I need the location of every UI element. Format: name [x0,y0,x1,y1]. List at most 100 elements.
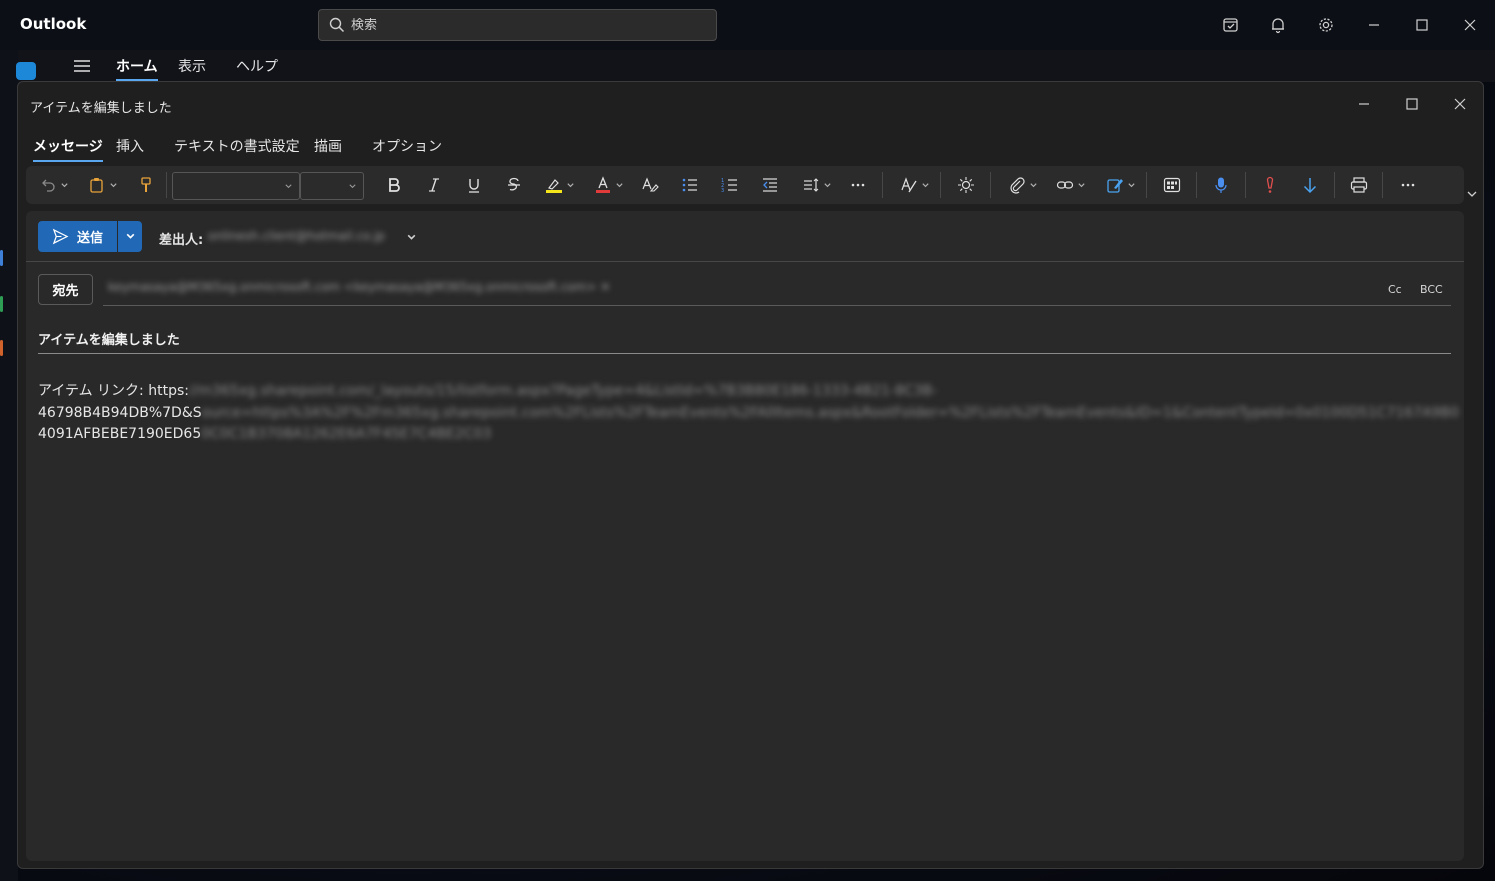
italic-button[interactable] [422,173,446,197]
app-rail [0,50,18,881]
chevron-down-icon [1030,182,1037,187]
format-painter-button[interactable] [134,173,158,197]
outdent-icon [763,178,777,192]
immersive-reader-button[interactable] [954,173,978,197]
my-day-icon[interactable] [1220,14,1242,36]
bold-icon [389,178,400,192]
from-label: 差出人: [159,233,204,248]
more-options-button[interactable] [1396,173,1420,197]
send-icon [52,228,69,245]
gear-icon[interactable] [1315,14,1337,36]
tab-insert[interactable]: 挿入 [116,136,144,156]
rail-item-indicator[interactable] [0,340,3,356]
send-label: 送信 [77,231,104,246]
low-importance-button[interactable] [1298,173,1322,197]
separator [166,172,167,198]
mail-app-icon[interactable] [16,62,36,80]
bold-button[interactable] [382,173,406,197]
minimize-icon[interactable] [1363,14,1385,36]
subject-field[interactable]: アイテムを編集しました [38,329,180,348]
divider [26,261,1464,262]
font-color-icon [596,176,610,193]
signature-button[interactable] [1102,173,1140,197]
rail-item-indicator[interactable] [0,250,3,266]
tab-draw[interactable]: 描画 [314,136,342,156]
strikethrough-button[interactable] [502,173,526,197]
search-box[interactable] [318,9,717,41]
underline-button[interactable] [462,173,486,197]
close-icon[interactable] [1459,14,1481,36]
font-color-button[interactable] [590,173,628,197]
chevron-down-icon [922,182,929,187]
line-spacing-button[interactable] [798,173,836,197]
editor-button[interactable] [896,173,934,197]
svg-text:3: 3 [721,188,724,194]
bell-icon[interactable] [1267,14,1289,36]
cc-button[interactable]: Cc [1388,283,1402,296]
compose-editor: 送信 差出人: onlinesh.client@hotmail.co.jp 宛先… [26,211,1464,861]
bullets-button[interactable] [678,173,702,197]
tab-home[interactable]: ホーム [116,56,158,81]
attach-button[interactable] [1004,173,1042,197]
numbering-icon: 123 [721,178,737,194]
high-importance-button[interactable] [1258,173,1282,197]
clear-format-button[interactable] [638,173,662,197]
rail-item-indicator[interactable] [0,296,3,312]
message-body[interactable]: アイテム リンク: https://m365xg.sharepoint.com/… [38,381,1459,446]
line-spacing-icon [804,178,819,192]
more-format-icon [851,183,865,187]
to-recipient[interactable]: keymasaya@M365xg.onmicrosoft.com <keymas… [108,280,610,294]
search-input[interactable] [351,17,691,33]
apps-icon [1163,177,1181,193]
print-button[interactable] [1347,173,1371,197]
compose-maximize-icon[interactable] [1402,94,1422,114]
italic-icon [429,178,439,192]
paste-button[interactable] [84,173,122,197]
bcc-button[interactable]: BCC [1420,283,1443,296]
tab-message[interactable]: メッセージ [33,136,103,162]
chevron-down-icon [567,182,574,187]
attach-icon [1010,177,1025,194]
body-line: 4091AFBEBE7190ED650C0C1B3708A1262E6A7F45… [38,426,492,442]
tab-options[interactable]: オプション [372,136,442,156]
hamburger-menu-icon[interactable] [72,56,92,76]
undo-icon [42,179,55,192]
subject-underline [38,353,1451,354]
clear-format-icon [642,177,659,192]
format-painter-icon [141,177,151,192]
apps-button[interactable] [1160,173,1184,197]
tab-help[interactable]: ヘルプ [236,56,278,76]
dictate-button[interactable] [1209,173,1233,197]
font-name-select[interactable] [172,172,300,200]
maximize-icon[interactable] [1411,14,1433,36]
ribbon-expand-chevron-icon[interactable] [1464,186,1480,202]
from-address[interactable]: onlinesh.client@hotmail.co.jp [208,229,385,243]
body-line: アイテム リンク: https://m365xg.sharepoint.com/… [38,383,938,399]
highlight-button[interactable] [540,173,580,197]
tab-text-format[interactable]: テキストの書式設定 [174,136,300,156]
separator [940,172,941,198]
compose-minimize-icon[interactable] [1354,94,1374,114]
more-icon [1401,183,1415,187]
link-button[interactable] [1052,173,1090,197]
tab-view[interactable]: 表示 [178,56,206,76]
from-chevron-down-icon[interactable] [406,232,417,243]
undo-button[interactable] [36,173,72,197]
send-options-button[interactable] [118,221,142,252]
clipboard-icon [90,178,103,193]
bullets-icon [682,178,697,192]
font-size-select[interactable] [300,172,364,200]
chevron-down-icon [1128,182,1135,187]
to-button[interactable]: 宛先 [38,274,93,305]
send-button[interactable]: 送信 [38,221,117,252]
separator [1382,172,1383,198]
immersive-reader-icon [958,177,974,193]
strikethrough-icon [508,177,520,191]
more-format-button[interactable] [846,173,870,197]
chevron-down-icon [126,233,134,239]
chevron-down-icon [110,182,117,187]
outdent-button[interactable] [758,173,782,197]
compose-close-icon[interactable] [1450,94,1470,114]
print-icon [1350,177,1368,193]
numbering-button[interactable]: 123 [718,173,742,197]
